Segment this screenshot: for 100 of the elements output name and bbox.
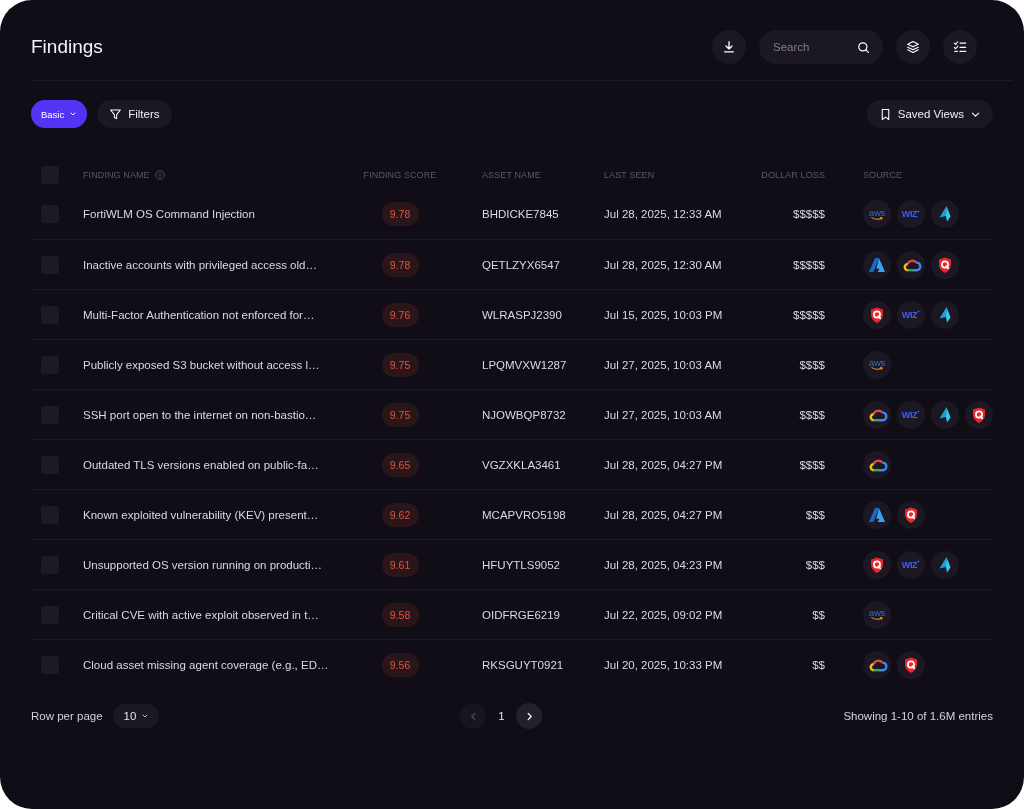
last-seen-date: Jul 27, 2025, 10:03 AM [604, 358, 722, 371]
saved-views-button[interactable]: Saved Views [866, 100, 993, 128]
layers-icon [906, 40, 920, 54]
finding-name[interactable]: Cloud asset missing agent coverage (e.g., ED… [83, 658, 329, 671]
search-icon[interactable] [857, 40, 870, 54]
column-header: LAST SEEN [604, 170, 655, 180]
score-badge: 9.58 [381, 602, 419, 627]
score-badge: 9.78 [381, 202, 419, 226]
asset-name: OIDFRGE6219 [482, 608, 560, 621]
shield-logo-icon [863, 550, 891, 579]
shield-logo-icon [863, 300, 891, 329]
last-seen-date: Jul 28, 2025, 12:33 AM [604, 208, 722, 220]
column-header: SOURCE [863, 170, 903, 180]
score-badge: 9.78 [381, 252, 419, 277]
checklist-icon [953, 40, 967, 54]
finding-name[interactable]: Publicly exposed S3 bucket without access l… [83, 358, 320, 371]
aws-logo: aws [863, 350, 891, 379]
score-badge: 9.56 [381, 652, 419, 677]
column-header: ASSET NAME [482, 170, 541, 180]
finding-name[interactable]: Inactive accounts with privileged access old… [83, 258, 317, 271]
cloud-logo-icon [863, 400, 891, 429]
finding-name[interactable]: Unsupported OS version running on producti… [83, 558, 323, 571]
shield-logo-icon [931, 250, 959, 279]
arrowhead-logo-icon [931, 400, 959, 429]
dollar-loss-rating: $$$$ [799, 358, 825, 371]
dollar-loss-rating: $$ [812, 658, 825, 671]
chevron-down-icon [141, 712, 150, 720]
download-button[interactable] [712, 30, 746, 64]
dollar-loss-rating: $$$ [805, 558, 825, 571]
dollar-loss-rating: $$$$$ [793, 308, 825, 321]
wiz-logo: WIZ [897, 300, 925, 329]
arrowhead-logo-icon [931, 300, 959, 329]
finding-name[interactable]: SSH port open to the internet on non-bastio… [83, 408, 317, 421]
dollar-loss-rating: $$ [812, 608, 825, 621]
arrowhead-logo-icon [931, 200, 959, 228]
finding-name[interactable]: Known exploited vulnerability (KEV) present… [83, 508, 319, 521]
dollar-loss-rating: $$$$ [799, 458, 825, 471]
finding-name[interactable]: Critical CVE with active exploit observed in t… [83, 608, 319, 621]
aws-logo: aws [863, 200, 891, 228]
shield-logo-icon [897, 500, 925, 529]
checklist-button[interactable] [943, 30, 977, 64]
letter-a-logo-icon [863, 500, 891, 529]
filter-icon [109, 107, 123, 121]
wiz-logo: WIZ [897, 200, 925, 228]
filters-button[interactable]: Filters [97, 100, 172, 128]
download-icon [722, 40, 736, 54]
next-page-button[interactable] [516, 703, 543, 729]
finding-name[interactable]: FortiWLM OS Command Injection [83, 208, 255, 220]
cloud-logo-icon [863, 450, 891, 479]
aws-logo: aws [863, 600, 891, 629]
asset-name: RKSGUYT0921 [482, 658, 564, 671]
column-header: FINDING NAME [83, 170, 150, 180]
cloud-logo-icon [897, 250, 925, 279]
rows-per-page-dropdown[interactable]: 10 [112, 704, 160, 728]
column-header: DOLLAR LOSS [761, 170, 825, 180]
chevron-down-icon [69, 110, 78, 118]
asset-name: VGZXKLA3461 [482, 458, 561, 471]
dollar-loss-rating: $$$$$ [793, 258, 825, 271]
asset-name: MCAPVRO5198 [482, 508, 566, 521]
view-dropdown-button[interactable]: Basic [31, 100, 88, 128]
shield-logo-icon [965, 400, 993, 429]
dollar-loss-rating: $$$$$ [793, 208, 825, 220]
score-badge: 9.65 [381, 452, 419, 477]
asset-name: WLRASPJ2390 [482, 308, 562, 321]
rows-per-page-label: Row per page [31, 710, 103, 722]
asset-name: NJOWBQP8732 [482, 408, 566, 421]
dollar-loss-rating: $$$ [805, 508, 825, 521]
info-icon[interactable] [154, 170, 165, 180]
last-seen-date: Jul 15, 2025, 10:03 PM [604, 308, 723, 321]
score-badge: 9.75 [381, 402, 419, 427]
wiz-logo: WIZ [897, 400, 925, 429]
last-seen-date: Jul 28, 2025, 04:27 PM [604, 458, 723, 471]
asset-name: HFUYTLS9052 [482, 558, 560, 571]
score-badge: 9.61 [381, 552, 419, 577]
page-title: Findings [31, 35, 103, 59]
entries-summary: Showing 1-10 of 1.6M entries [843, 710, 993, 722]
wiz-logo: WIZ [897, 550, 925, 579]
asset-name: LPQMVXW1287 [482, 358, 567, 371]
asset-name: BHDICKE7845 [482, 208, 559, 220]
last-seen-date: Jul 28, 2025, 04:23 PM [604, 558, 723, 571]
arrowhead-logo-icon [931, 550, 959, 579]
score-badge: 9.75 [381, 352, 419, 377]
cloud-logo-icon [863, 650, 891, 679]
column-header: FINDING SCORE [363, 170, 437, 180]
current-page-number[interactable]: 1 [486, 710, 517, 722]
last-seen-date: Jul 28, 2025, 04:27 PM [604, 508, 723, 521]
letter-a-logo-icon [863, 250, 891, 279]
last-seen-date: Jul 20, 2025, 10:33 PM [604, 658, 723, 671]
score-badge: 9.62 [381, 502, 419, 527]
last-seen-date: Jul 22, 2025, 09:02 PM [604, 608, 723, 621]
shield-logo-icon [897, 650, 925, 679]
finding-name[interactable]: Outdated TLS versions enabled on public-fa… [83, 458, 319, 471]
finding-name[interactable]: Multi-Factor Authentication not enforced for… [83, 308, 315, 321]
search-field[interactable]: Search [759, 30, 883, 64]
last-seen-date: Jul 28, 2025, 12:30 AM [604, 258, 722, 271]
score-badge: 9.76 [381, 302, 419, 327]
dollar-loss-rating: $$$$ [799, 408, 825, 421]
asset-name: QETLZYX6547 [482, 258, 560, 271]
last-seen-date: Jul 27, 2025, 10:03 AM [604, 408, 722, 421]
layers-button[interactable] [896, 30, 930, 64]
